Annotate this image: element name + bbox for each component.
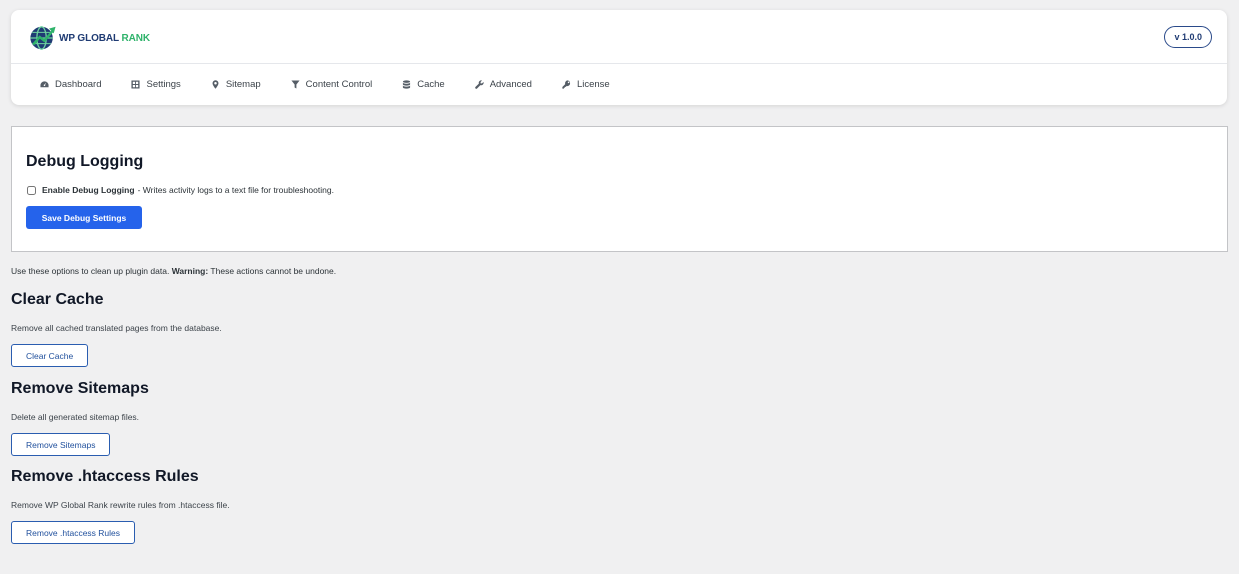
remove-htaccess-description: Remove WP Global Rank rewrite rules from… [11, 500, 230, 510]
nav-item-label: Content Control [305, 78, 373, 90]
clear-cache-description: Remove all cached translated pages from … [11, 323, 222, 333]
debug-logging-option[interactable]: Enable Debug Logging - Writes activity l… [26, 185, 334, 195]
remove-htaccess-button[interactable]: Remove .htaccess Rules [11, 521, 136, 544]
nav-item-cache[interactable]: Cache [402, 78, 445, 90]
remove-htaccess-title: Remove .htaccess Rules [11, 468, 199, 485]
clear-cache-title: Clear Cache [11, 291, 104, 308]
brand-logo[interactable]: WP GLOBAL RANK [28, 24, 150, 52]
remove-sitemaps-title: Remove Sitemaps [11, 380, 149, 397]
nav-item-label: Dashboard [55, 78, 102, 90]
save-debug-settings-button[interactable]: Save Debug Settings [26, 206, 142, 229]
nav-item-label: Sitemap [225, 78, 261, 90]
warning-text: These actions cannot be undone. [210, 266, 337, 276]
nav-item-content-control[interactable]: Content Control [291, 78, 373, 90]
header-divider [11, 63, 1227, 64]
brand-name-prefix: WP GLOBAL [59, 32, 122, 44]
enable-debug-logging-checkbox[interactable] [27, 185, 36, 195]
nav-item-label: Cache [417, 78, 445, 90]
debug-logging-title: Debug Logging [26, 153, 144, 170]
remove-sitemaps-description: Delete all generated sitemap files. [11, 412, 140, 422]
location-pin-icon [212, 79, 219, 89]
nav-item-label: Settings [146, 78, 181, 90]
wrench-icon [474, 79, 484, 89]
database-icon [403, 79, 411, 89]
clear-cache-button[interactable]: Clear Cache [11, 344, 89, 367]
nav-item-sitemap[interactable]: Sitemap [211, 79, 261, 90]
cleanup-intro-text: Use these options to clean up plugin dat… [11, 266, 170, 276]
nav-item-settings[interactable]: Settings [131, 78, 181, 90]
nav-item-label: Advanced [489, 78, 532, 90]
globe-logo-icon [30, 26, 56, 50]
dashboard-icon [40, 80, 49, 87]
nav-item-advanced[interactable]: Advanced [474, 78, 532, 90]
filter-icon [291, 79, 300, 89]
nav-item-label: License [576, 78, 610, 90]
cleanup-intro: Use these options to clean up plugin dat… [11, 266, 336, 276]
version-badge: v 1.0.0 [1164, 26, 1212, 48]
plugin-header: WP GLOBAL RANK v 1.0.0 Dashboard Setting… [11, 10, 1227, 105]
brand-name: WP GLOBAL RANK [59, 33, 150, 44]
debug-logging-card: Debug Logging Enable Debug Logging - Wri… [11, 126, 1228, 252]
main-nav: Dashboard Settings Sitemap Content Contr… [40, 77, 640, 91]
nav-item-dashboard[interactable]: Dashboard [40, 79, 101, 90]
debug-logging-checkbox-label: Enable Debug Logging [42, 185, 135, 195]
brand-name-suffix: RANK [121, 32, 151, 44]
key-icon [562, 79, 571, 89]
settings-icon [131, 79, 141, 89]
warning-label: Warning: [171, 266, 209, 276]
remove-sitemaps-button[interactable]: Remove Sitemaps [11, 433, 111, 456]
debug-logging-description: - Writes activity logs to a text file fo… [137, 185, 334, 195]
nav-item-license[interactable]: License [562, 79, 610, 90]
